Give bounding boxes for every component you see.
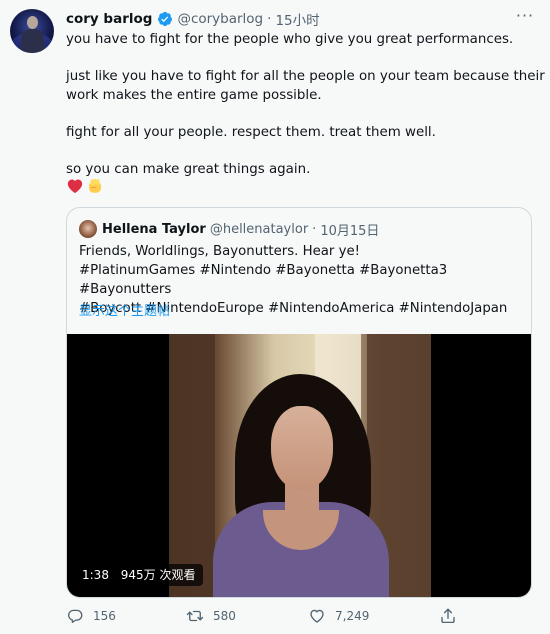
tweet[interactable]: cory barlog @corybarlog · 15小时 ··· you h…: [0, 0, 550, 634]
retweet-button[interactable]: 580: [186, 604, 236, 628]
tweet-timestamp[interactable]: 15小时: [275, 9, 319, 29]
like-button[interactable]: 7,249: [308, 604, 369, 628]
quoted-tweet-timestamp[interactable]: 10月15日: [320, 220, 379, 239]
share-button[interactable]: [439, 604, 466, 628]
show-thread-link[interactable]: 显示这个主题帖: [79, 300, 170, 319]
quoted-tweet-header: Hellena Taylor @hellenataylor · 10月15日: [79, 220, 379, 239]
share-icon: [441, 608, 455, 624]
tweet-actions: 156 580 7,249: [66, 604, 486, 628]
quoted-author-handle[interactable]: @hellenataylor: [210, 222, 308, 237]
quoted-line: Friends, Worldlings, Bayonutters. Hear y…: [79, 244, 361, 259]
separator-dot: ·: [267, 11, 272, 27]
tweet-paragraph: so you can make great things again.: [66, 162, 311, 177]
video-view-count: 945万 次观看: [120, 568, 196, 582]
reply-count: 156: [93, 609, 116, 623]
like-count: 7,249: [335, 609, 370, 623]
retweet-count: 580: [213, 609, 236, 623]
retweet-icon: [186, 610, 204, 622]
quoted-tweet-card[interactable]: Hellena Taylor @hellenataylor · 10月15日 F…: [66, 207, 532, 598]
raised-fist-emoji-icon: [89, 178, 101, 193]
video-player[interactable]: 1:38 945万 次观看: [67, 334, 531, 597]
author-name[interactable]: cory barlog: [66, 11, 152, 27]
like-icon: [310, 609, 324, 623]
emoji-row: [66, 177, 104, 197]
tweet-paragraph: fight for all your people. respect them.…: [66, 125, 436, 140]
author-handle[interactable]: @corybarlog: [177, 11, 263, 27]
tweet-paragraph: just like you have to fight for all the …: [66, 69, 545, 103]
red-heart-emoji-icon: [67, 179, 83, 194]
reply-icon: [67, 609, 83, 624]
more-options-icon[interactable]: ···: [514, 8, 536, 29]
tweet-header: cory barlog @corybarlog · 15小时: [66, 9, 320, 29]
video-duration: 1:38: [82, 568, 109, 582]
tweet-text: you have to fight for the people who giv…: [66, 30, 546, 179]
separator-dot: ·: [312, 221, 317, 237]
reply-button[interactable]: 156: [66, 604, 116, 628]
video-stats-badge: 1:38 945万 次观看: [75, 564, 203, 586]
author-avatar[interactable]: [10, 9, 54, 53]
verified-badge-icon: [158, 11, 173, 27]
quoted-author-avatar[interactable]: [79, 220, 97, 238]
hashtag-line[interactable]: #PlatinumGames #Nintendo #Bayonetta #Bay…: [79, 261, 523, 299]
tweet-paragraph: you have to fight for the people who giv…: [66, 32, 514, 47]
quoted-author-name[interactable]: Hellena Taylor: [102, 222, 206, 237]
